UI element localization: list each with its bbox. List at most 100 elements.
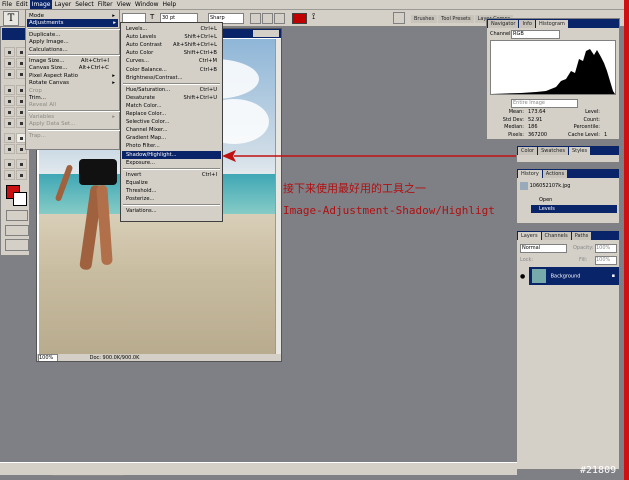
type-tool-icon[interactable]: T [3, 11, 19, 26]
adjustments-menu-item[interactable]: Posterize... [122, 195, 221, 203]
tab-paths[interactable]: Paths [571, 232, 592, 240]
tab-history[interactable]: History [518, 170, 542, 178]
healing-brush-tool[interactable] [4, 85, 15, 95]
menu-separator [123, 82, 220, 85]
history-snapshot[interactable]: 106052107k.jpg [520, 181, 618, 191]
tab-swatches[interactable]: Swatches [538, 147, 568, 155]
source-select[interactable]: Entire Image [511, 99, 578, 108]
menu-item-label: Photo Filter... [126, 143, 160, 150]
menu-separator [28, 109, 125, 112]
eyedropper-tool[interactable] [16, 159, 27, 169]
opacity-field[interactable]: 100% [595, 244, 617, 253]
image-menu-item[interactable]: Adjustments ▸ [27, 19, 118, 28]
adjustments-menu-item[interactable]: Exposure... [122, 159, 221, 167]
adjustments-menu-item[interactable]: Photo Filter... [122, 142, 221, 150]
tab-color[interactable]: Color [518, 147, 538, 155]
hand-tool[interactable] [4, 170, 15, 180]
adjustments-menu-item[interactable]: Auto Color Shift+Ctrl+B [122, 49, 221, 57]
menu-window[interactable]: Window [133, 0, 161, 9]
adjustments-menu-item[interactable]: Replace Color... [122, 110, 221, 118]
adjustments-menu-item[interactable]: Color Balance... Ctrl+B [122, 66, 221, 74]
align-right-button[interactable] [274, 13, 285, 24]
menu-filter[interactable]: Filter [96, 0, 115, 9]
menu-edit[interactable]: Edit [14, 0, 30, 9]
channel-select[interactable]: RGB [511, 30, 560, 39]
tab-histogram[interactable]: Histogram [535, 20, 568, 28]
layer-row-background[interactable]: Background ▪ [529, 267, 619, 285]
menu-layer[interactable]: Layer [52, 0, 73, 9]
blend-mode-select[interactable]: Normal [520, 244, 567, 253]
marquee-tool[interactable] [4, 47, 15, 57]
adjustments-menu-item[interactable]: Gradient Map... [122, 134, 221, 142]
adjustments-menu-item[interactable]: Desaturate Shift+Ctrl+U [122, 94, 221, 102]
path-selection-tool[interactable] [4, 133, 15, 143]
menu-item-label: Image Size... [29, 58, 65, 64]
tab-actions[interactable]: Actions [542, 170, 568, 178]
menu-select[interactable]: Select [73, 0, 96, 9]
red-edge-line [624, 0, 629, 480]
menu-image[interactable]: Image [29, 0, 53, 9]
menu-item-label: Pixel Aspect Ratio [29, 72, 79, 79]
zoom-level[interactable]: 100% [38, 354, 58, 361]
histogram-stat-row: Mean: 173.64 Level: [490, 109, 616, 117]
lasso-tool[interactable] [4, 58, 15, 68]
adjustments-menu-item[interactable]: Auto Contrast Alt+Shift+Ctrl+L [122, 41, 221, 49]
menu-item-shortcut: Ctrl+M [198, 58, 217, 65]
quick-mask-toggle[interactable] [6, 210, 28, 221]
adjustments-menu-item[interactable]: Brightness/Contrast... [122, 74, 221, 82]
adjustments-menu-item[interactable]: Invert Ctrl+I [122, 171, 221, 179]
layers-palette: Layers Channels Paths Normal Opacity: 100%… [516, 230, 620, 470]
history-item-levels[interactable]: Levels [531, 205, 617, 213]
menu-file[interactable]: File [0, 0, 14, 9]
image-menu-item[interactable]: Calculations... [29, 46, 117, 54]
tab-styles[interactable]: Styles [568, 147, 591, 155]
history-item-open[interactable]: Open [531, 196, 617, 204]
crop-tool[interactable] [4, 69, 15, 79]
tab-tool-presets[interactable]: Tool Presets [438, 15, 474, 23]
menu-separator [123, 204, 220, 207]
menu-item-shortcut: Ctrl+I [201, 171, 217, 178]
tab-channels[interactable]: Channels [541, 232, 571, 240]
stat-value: 173.64 [528, 109, 546, 115]
background-color-swatch[interactable] [13, 192, 27, 206]
adjustments-menu-item[interactable]: Curves... Ctrl+M [122, 57, 221, 65]
notes-tool[interactable] [4, 159, 15, 169]
align-left-button[interactable] [250, 13, 261, 24]
warp-text-icon[interactable]: ⟟ [312, 12, 315, 22]
jump-to-imageready-button[interactable] [5, 239, 29, 251]
visibility-eye-icon[interactable]: ● [520, 273, 525, 280]
menu-item-shortcut: Ctrl+U [199, 86, 217, 93]
adjustments-menu-item[interactable]: Auto Levels Shift+Ctrl+L [122, 33, 221, 41]
adjustments-menu-item[interactable]: Equalize [122, 179, 221, 187]
align-center-button[interactable] [262, 13, 273, 24]
menu-item-label: Trap... [29, 132, 46, 139]
stat-label: Pixels: [508, 131, 524, 138]
adjustments-menu-item[interactable]: Match Color... [122, 102, 221, 110]
tab-navigator[interactable]: Navigator [488, 20, 519, 28]
window-buttons[interactable] [253, 30, 279, 37]
zoom-tool[interactable] [16, 170, 27, 180]
menu-help[interactable]: Help [161, 0, 179, 9]
adjustments-menu-item[interactable]: Shadow/Highlight... [122, 150, 221, 159]
tab-layers[interactable]: Layers [518, 232, 541, 240]
adjustments-menu-item[interactable]: Variations... [122, 207, 221, 215]
menu-view[interactable]: View [115, 0, 133, 9]
palette-toggle-icon[interactable] [393, 12, 405, 24]
document-vertical-scrollbar[interactable] [275, 39, 281, 354]
adjustments-menu-item[interactable]: Selective Color... [122, 118, 221, 126]
tab-brushes[interactable]: Brushes [411, 15, 438, 23]
menu-item-label: Reveal All [29, 102, 57, 109]
blur-tool[interactable] [4, 118, 15, 128]
adjustments-menu-item[interactable]: Hue/Saturation... Ctrl+U [122, 86, 221, 94]
adjustments-menu-item[interactable]: Channel Mixer... [122, 126, 221, 134]
fill-field[interactable]: 100% [595, 256, 617, 265]
pen-tool[interactable] [4, 144, 15, 154]
eraser-tool[interactable] [4, 107, 15, 117]
text-color-swatch[interactable] [292, 13, 307, 24]
annotation-line-2: Image-Adjustment-Shadow/Highligt [283, 204, 495, 217]
adjustments-menu-item[interactable]: Levels... Ctrl+L [122, 25, 221, 33]
clone-stamp-tool[interactable] [4, 96, 15, 106]
adjustments-menu-item[interactable]: Threshold... [122, 187, 221, 195]
screen-mode-buttons[interactable] [5, 225, 29, 236]
tab-info[interactable]: Info [519, 20, 535, 28]
